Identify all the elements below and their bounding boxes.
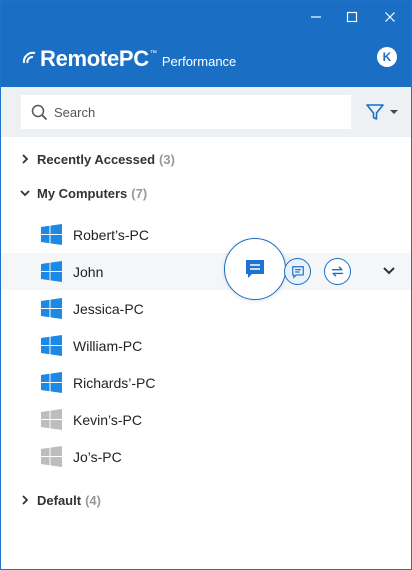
remotepc-logo: RemotePC ™ Performance: [21, 43, 236, 71]
computer-name: John: [73, 263, 104, 280]
logo-arc-icon: [22, 51, 36, 64]
computer-name: William-PC: [73, 337, 143, 354]
logo-trademark: ™: [149, 50, 157, 57]
chevron-down-icon[interactable]: [382, 264, 396, 278]
windows-icon: [41, 335, 62, 356]
computer-row[interactable]: Richards’-PC: [1, 364, 411, 401]
edition-label: Performance: [161, 54, 237, 69]
computer-name: Jessica-PC: [73, 300, 144, 317]
file-transfer-icon: [331, 266, 344, 277]
group-count: (3): [159, 151, 175, 167]
windows-icon: [41, 224, 62, 245]
chevron-down-icon: [20, 190, 30, 197]
user-avatar[interactable]: K: [377, 47, 397, 67]
computer-row[interactable]: Kevin’s-PC: [1, 401, 411, 438]
group-label: My Computers: [37, 185, 128, 201]
minimize-icon: [311, 16, 321, 18]
app-window: RemotePC ™ Performance K Recently Access…: [0, 0, 412, 570]
computer-row[interactable]: Jessica-PC: [1, 290, 411, 327]
chat-icon: [246, 260, 264, 278]
maximize-icon: [346, 11, 358, 23]
search-input[interactable]: [54, 104, 334, 120]
chevron-right-icon: [22, 495, 29, 505]
close-icon: [385, 12, 395, 22]
windows-icon: [41, 409, 62, 430]
group-default[interactable]: Default (4): [1, 485, 411, 515]
group-recently-accessed[interactable]: Recently Accessed (3): [1, 144, 411, 174]
computer-name: Kevin’s-PC: [73, 411, 142, 428]
minimize-button[interactable]: [303, 7, 329, 27]
windows-icon: [41, 261, 62, 282]
filter-button[interactable]: [365, 101, 403, 123]
chat-button[interactable]: [284, 258, 311, 285]
chat-icon: [291, 265, 304, 279]
group-count: (7): [131, 185, 148, 201]
computer-name: Richards’-PC: [73, 374, 156, 391]
computer-row[interactable]: Robert’s-PC: [1, 216, 411, 253]
title-bar: RemotePC ™ Performance K: [1, 1, 411, 87]
group-my-computers[interactable]: My Computers (7): [1, 178, 411, 208]
windows-icon: [41, 446, 62, 467]
logo-text: RemotePC: [40, 46, 149, 71]
caret-down-icon: [390, 110, 398, 114]
windows-icon: [41, 298, 62, 319]
computer-row[interactable]: Jo’s-PC: [1, 438, 411, 475]
computer-row[interactable]: William-PC: [1, 327, 411, 364]
computer-name: Robert’s-PC: [73, 226, 149, 243]
group-count: (4): [85, 492, 101, 508]
chevron-right-icon: [22, 154, 29, 164]
filter-icon: [366, 104, 384, 120]
file-transfer-button[interactable]: [324, 258, 351, 285]
group-label: Default: [37, 492, 82, 508]
search-box: [21, 95, 351, 129]
close-button[interactable]: [377, 7, 403, 27]
windows-icon: [41, 372, 62, 393]
search-icon: [31, 104, 48, 120]
computer-name: Jo’s-PC: [73, 448, 122, 465]
chat-highlight-button[interactable]: [224, 238, 286, 300]
maximize-button[interactable]: [339, 7, 365, 27]
search-bar: [1, 87, 411, 137]
group-label: Recently Accessed: [37, 151, 156, 167]
